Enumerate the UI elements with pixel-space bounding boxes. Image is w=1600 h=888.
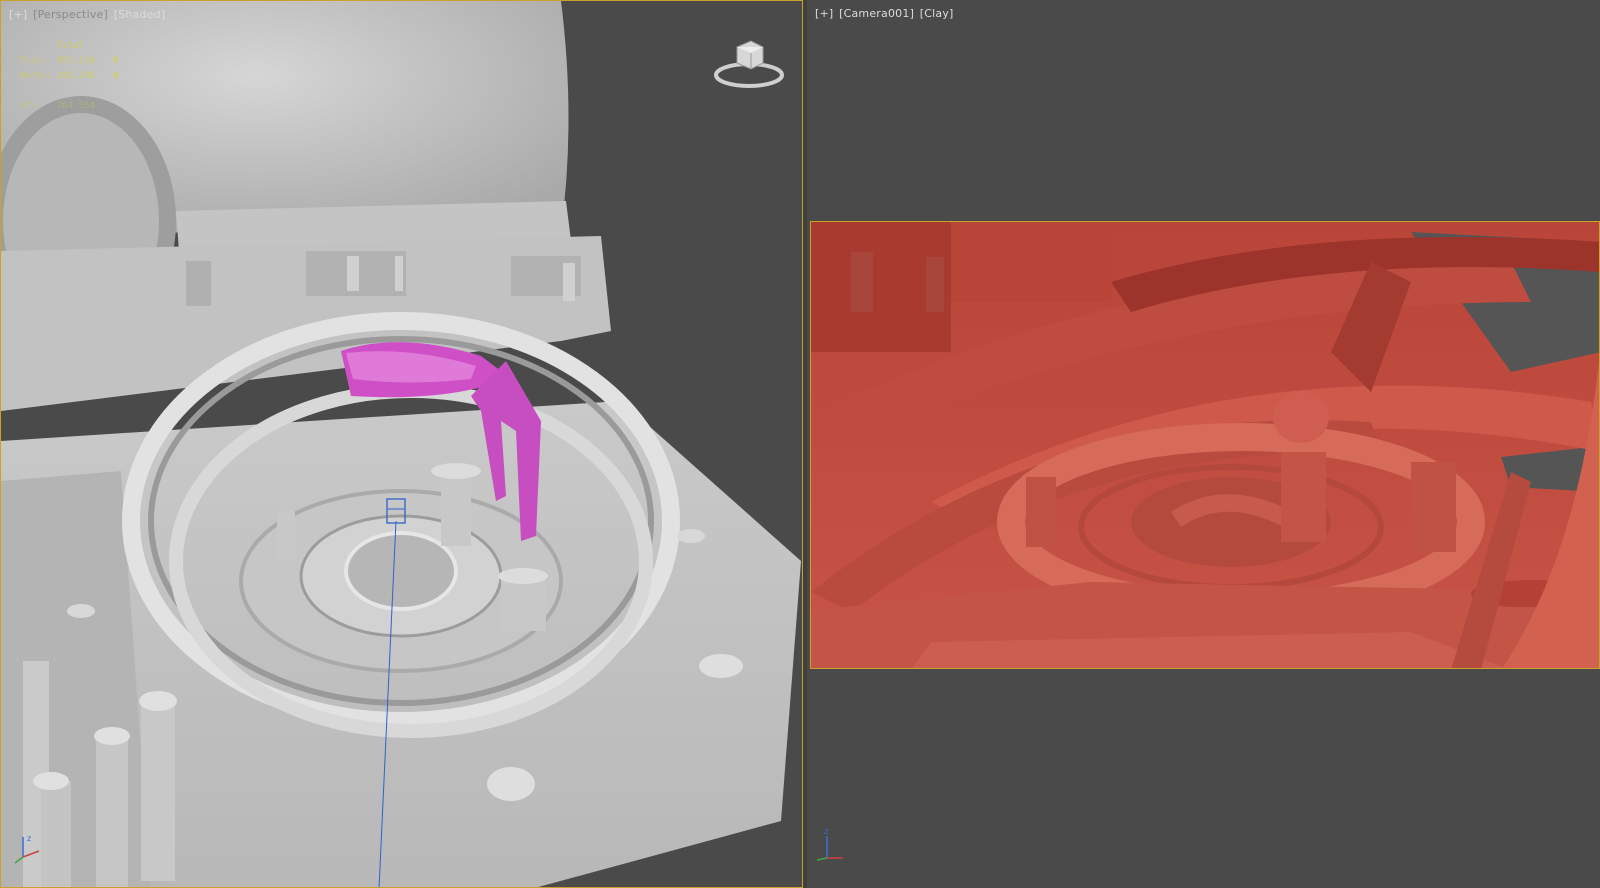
stats-fps-label: FPS: xyxy=(19,101,41,111)
viewport-shading-label[interactable]: [Shaded] xyxy=(114,8,166,21)
viewport-statistics: Total Tris: 957,110 0 Verts: 286,240 0 F… xyxy=(19,39,133,114)
perspective-scene xyxy=(1,1,801,887)
camera-safe-frame xyxy=(810,221,1600,669)
stats-verts-value: 286,240 xyxy=(57,71,95,81)
stats-polys-value: 957,110 xyxy=(57,56,95,66)
camera-viewport-label[interactable]: [+] [Camera001] [Clay] xyxy=(815,7,956,20)
viewport-menu-plus[interactable]: [+] xyxy=(9,8,27,21)
stats-verts-label: Verts: xyxy=(19,71,52,81)
stats-header: Total xyxy=(57,41,85,51)
viewport-view-label[interactable]: [Camera001] xyxy=(839,7,914,20)
perspective-viewport[interactable]: [+] [Perspective] [Shaded] Total Tris: 9… xyxy=(0,0,803,888)
viewcube-icon[interactable] xyxy=(713,35,785,91)
stats-fps-row: FPS: 264.554 xyxy=(19,99,133,114)
stats-polys-selected: 0 xyxy=(113,56,119,66)
viewport-shading-label[interactable]: [Clay] xyxy=(920,7,954,20)
axis-tripod-icon: z xyxy=(816,827,843,861)
stats-fps-value: 264.554 xyxy=(57,101,95,111)
stats-verts-selected: 0 xyxy=(113,71,119,81)
axis-tripod-icon: z xyxy=(14,834,40,864)
viewport-view-label[interactable]: [Perspective] xyxy=(33,8,108,21)
stats-verts-row: Verts: 286,240 0 xyxy=(19,69,133,84)
clay-render-scene xyxy=(811,222,1599,668)
viewport-menu-plus[interactable]: [+] xyxy=(815,7,833,20)
svg-text:z: z xyxy=(27,834,31,843)
svg-text:z: z xyxy=(824,827,828,836)
stats-polys-label: Tris: xyxy=(19,56,47,66)
perspective-viewport-label[interactable]: [+] [Perspective] [Shaded] xyxy=(9,8,167,21)
stats-polys-row: Tris: 957,110 0 xyxy=(19,54,133,69)
